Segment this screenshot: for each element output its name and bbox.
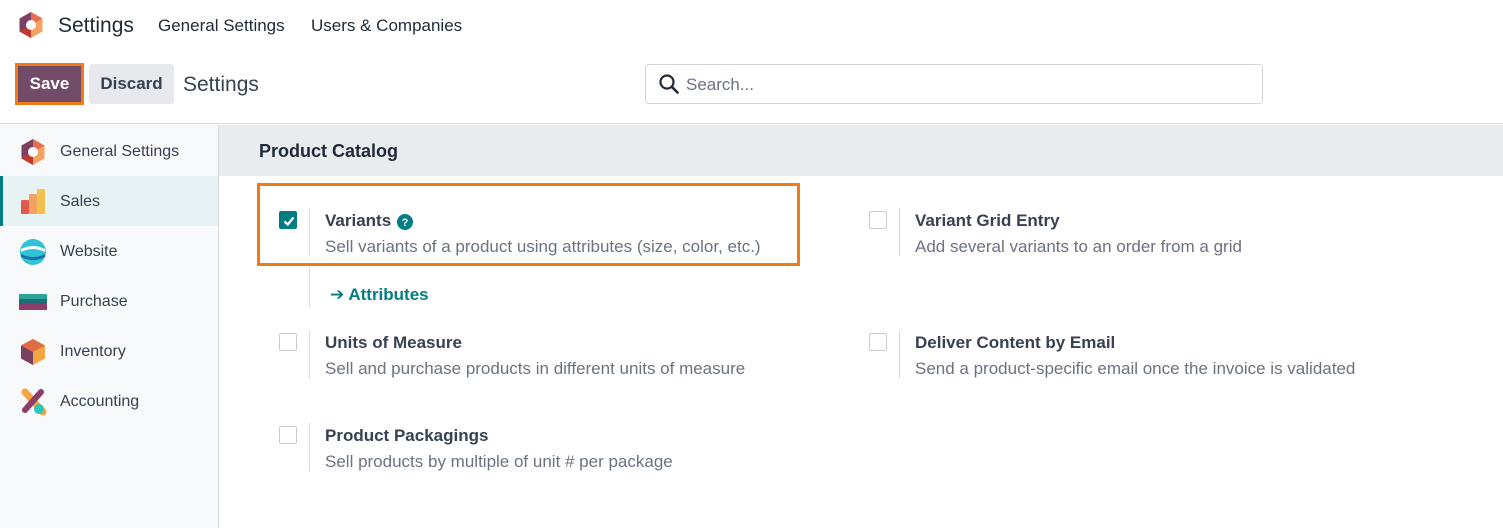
save-button[interactable]: Save [18,66,81,102]
setting-title: Variants? [325,211,414,231]
sidebar-item-purchase[interactable]: Purchase [0,276,218,326]
setting-divider [309,330,310,378]
setting-title: Deliver Content by Email [915,333,1116,352]
sidebar-item-label: Website [60,243,118,260]
discard-button[interactable]: Discard [89,64,174,104]
variants-checkbox[interactable] [279,211,297,229]
section-header: Product Catalog [219,125,1503,176]
setting-title: Product Packagings [325,426,489,445]
app-title[interactable]: Settings [58,14,134,38]
setting-title: Variant Grid Entry [915,211,1060,230]
odoo-logo-icon[interactable] [17,11,45,39]
setting-title-text: Variants [325,211,392,230]
deliver-content-checkbox[interactable] [869,333,887,351]
inventory-icon [21,339,45,365]
accounting-icon [21,388,47,416]
variant-grid-entry-checkbox[interactable] [869,211,887,229]
setting-divider [899,330,900,378]
control-panel: Save Discard Settings [0,50,1503,124]
attributes-link-label: Attributes [348,285,429,304]
save-button-highlight: Save [15,63,84,105]
product-packagings-checkbox[interactable] [279,426,297,444]
search-box[interactable] [645,64,1263,104]
search-input[interactable] [686,74,1246,96]
setting-description: Send a product-specific email once the i… [915,359,1356,378]
sidebar-item-label: General Settings [60,143,180,160]
checkmark-icon [283,216,295,227]
sidebar-item-label: Inventory [60,343,126,360]
search-icon [659,74,679,94]
website-icon [20,239,46,265]
sidebar-item-label: Sales [60,193,101,210]
svg-text:?: ? [402,217,409,229]
help-icon[interactable]: ? [397,213,414,230]
sidebar-item-accounting[interactable]: Accounting [0,376,218,426]
setting-description: Add several variants to an order from a … [915,237,1242,256]
nav-users-companies[interactable]: Users & Companies [311,16,462,36]
breadcrumb: Settings [183,73,259,96]
setting-divider [309,267,310,307]
setting-description: Sell variants of a product using attribu… [325,237,761,256]
sidebar-item-label: Purchase [60,293,128,310]
attributes-link[interactable]: ➔ Attributes [330,285,429,305]
setting-divider [309,208,310,256]
setting-divider [899,208,900,256]
purchase-icon [19,294,47,310]
units-of-measure-checkbox[interactable] [279,333,297,351]
sales-icon [21,189,45,214]
top-navbar: Settings General Settings Users & Compan… [0,0,1503,50]
sidebar-item-sales[interactable]: Sales [0,176,218,226]
setting-title: Units of Measure [325,333,462,352]
sidebar-item-label: Accounting [60,393,140,410]
sidebar-item-general-settings[interactable]: General Settings [0,126,218,176]
setting-divider [309,423,310,471]
sidebar-item-inventory[interactable]: Inventory [0,326,218,376]
setting-description: Sell and purchase products in different … [325,359,746,378]
arrow-right-icon: ➔ [330,285,349,304]
setting-description: Sell products by multiple of unit # per … [325,452,673,471]
nav-general-settings[interactable]: General Settings [158,16,285,36]
section-title: Product Catalog [259,141,399,161]
odoo-logo-icon [21,139,45,165]
sidebar-item-website[interactable]: Website [0,226,218,276]
settings-sidebar: General Settings Sales Website Purchase [0,125,219,528]
